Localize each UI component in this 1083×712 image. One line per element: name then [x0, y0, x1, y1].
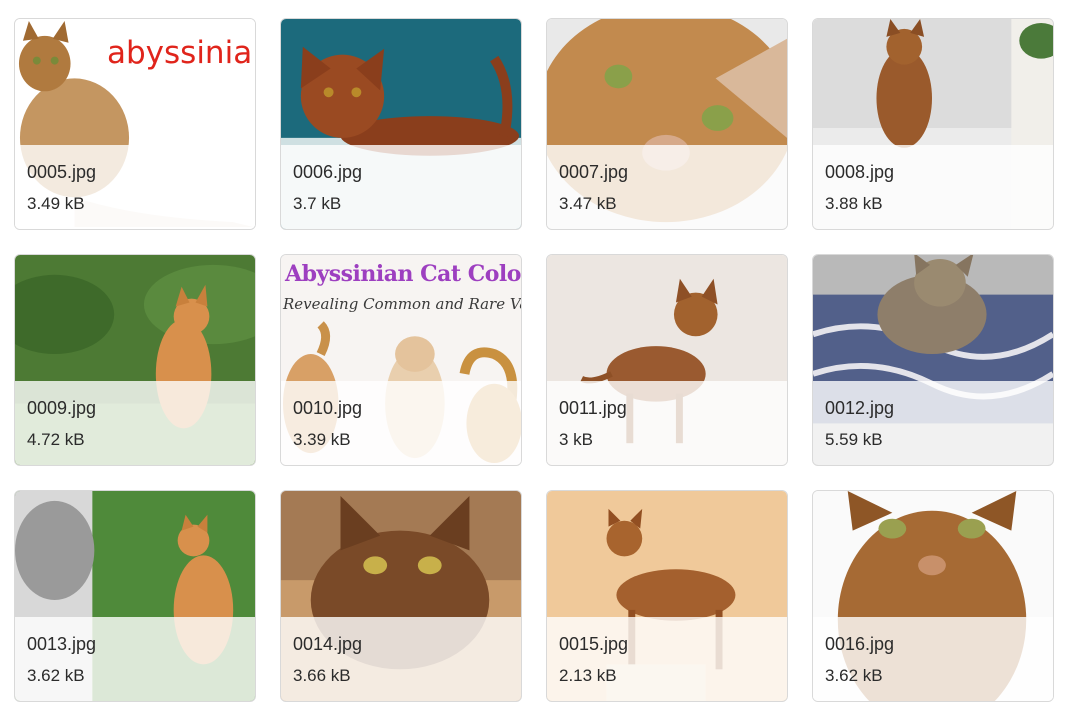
banner-subtitle: Revealing Common and Rare Varieties	[283, 295, 521, 313]
image-card[interactable]: 0014.jpg 3.66 kB	[280, 490, 522, 702]
image-card[interactable]: 0009.jpg 4.72 kB	[14, 254, 256, 466]
file-name: 0005.jpg	[27, 162, 97, 182]
file-info-overlay: 0008.jpg 3.88 kB	[813, 145, 1053, 229]
file-info-overlay: 0016.jpg 3.62 kB	[813, 617, 1053, 701]
file-size: 3.7 kB	[293, 194, 342, 213]
image-card[interactable]: 0016.jpg 3.62 kB	[812, 490, 1054, 702]
file-info-overlay: 0006.jpg 3.7 kB	[281, 145, 521, 229]
file-info-overlay: 0015.jpg 2.13 kB	[547, 617, 787, 701]
category-label: abyssinian	[107, 35, 256, 71]
file-name: 0014.jpg	[293, 634, 363, 654]
file-name: 0015.jpg	[559, 634, 629, 654]
file-name: 0008.jpg	[825, 162, 895, 182]
file-name: 0010.jpg	[293, 398, 363, 418]
file-size: 3.62 kB	[825, 666, 883, 685]
file-size: 4.72 kB	[27, 430, 85, 449]
file-name: 0013.jpg	[27, 634, 97, 654]
file-size: 3.49 kB	[27, 194, 85, 213]
image-card[interactable]: 0006.jpg 3.7 kB	[280, 18, 522, 230]
file-name: 0007.jpg	[559, 162, 629, 182]
file-size: 2.13 kB	[559, 666, 617, 685]
image-card[interactable]: 0011.jpg 3 kB	[546, 254, 788, 466]
image-gallery-grid: abyssinian 0005.jpg 3.49 kB 0006.jpg 3.7…	[14, 18, 1054, 702]
file-info-overlay: 0005.jpg 3.49 kB	[15, 145, 255, 229]
file-info-overlay: 0009.jpg 4.72 kB	[15, 381, 255, 465]
image-card[interactable]: 0013.jpg 3.62 kB	[14, 490, 256, 702]
file-name: 0016.jpg	[825, 634, 895, 654]
file-info-overlay: 0010.jpg 3.39 kB	[281, 381, 521, 465]
image-card[interactable]: Abyssinian Cat Colors Revealing Common a…	[280, 254, 522, 466]
image-card[interactable]: 0015.jpg 2.13 kB	[546, 490, 788, 702]
file-size: 3.47 kB	[559, 194, 617, 213]
file-name: 0011.jpg	[559, 398, 627, 418]
file-info-overlay: 0012.jpg 5.59 kB	[813, 381, 1053, 465]
image-card[interactable]: abyssinian 0005.jpg 3.49 kB	[14, 18, 256, 230]
image-card[interactable]: 0008.jpg 3.88 kB	[812, 18, 1054, 230]
file-size: 3.39 kB	[293, 430, 351, 449]
file-name: 0012.jpg	[825, 398, 895, 418]
image-card[interactable]: 0007.jpg 3.47 kB	[546, 18, 788, 230]
file-size: 3.66 kB	[293, 666, 351, 685]
file-info-overlay: 0007.jpg 3.47 kB	[547, 145, 787, 229]
file-size: 3.62 kB	[27, 666, 85, 685]
file-info-overlay: 0011.jpg 3 kB	[547, 381, 787, 465]
file-size: 5.59 kB	[825, 430, 883, 449]
banner-title: Abyssinian Cat Colors	[285, 261, 522, 287]
file-size: 3.88 kB	[825, 194, 883, 213]
file-name: 0009.jpg	[27, 398, 97, 418]
file-size: 3 kB	[559, 430, 594, 449]
file-name: 0006.jpg	[293, 162, 363, 182]
file-info-overlay: 0013.jpg 3.62 kB	[15, 617, 255, 701]
image-card[interactable]: 0012.jpg 5.59 kB	[812, 254, 1054, 466]
file-info-overlay: 0014.jpg 3.66 kB	[281, 617, 521, 701]
